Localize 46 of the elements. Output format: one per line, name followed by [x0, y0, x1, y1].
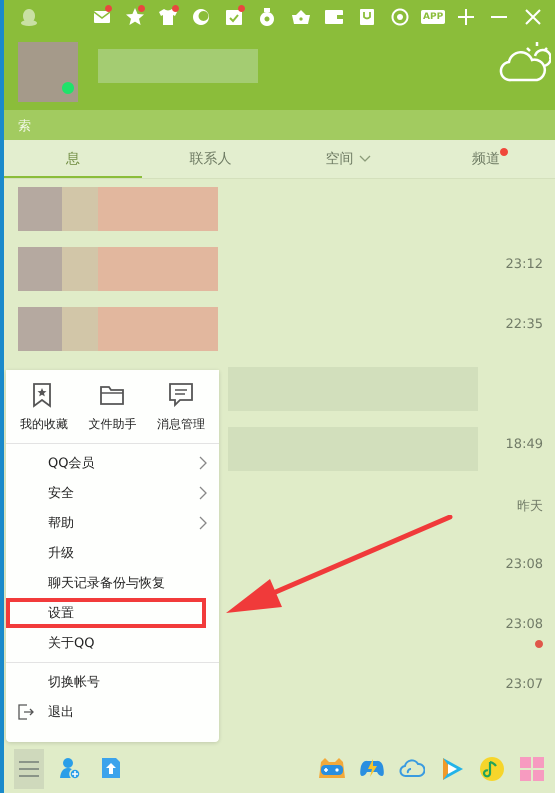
chat-time: 18:49	[506, 437, 543, 452]
chat-time: 23:08	[506, 557, 543, 572]
menu-item[interactable]: 退出	[6, 697, 219, 727]
chevron-right-icon[interactable]	[199, 516, 207, 530]
add-icon[interactable]	[456, 7, 476, 27]
chat-time: 昨天	[517, 498, 543, 515]
message-icon[interactable]	[168, 382, 194, 408]
chat-time: 22:35	[506, 317, 543, 332]
calendar-check-icon[interactable]	[224, 7, 244, 27]
menu-item[interactable]: 设置	[6, 598, 219, 628]
app-grid-icon[interactable]	[519, 756, 545, 782]
menu-shortcut[interactable]: 文件助手	[88, 382, 136, 433]
penguin-icon[interactable]	[18, 7, 39, 27]
chevron-right-icon[interactable]	[199, 456, 207, 470]
shirt-icon[interactable]	[158, 7, 178, 27]
search-field[interactable]: 索	[4, 110, 555, 140]
exit-icon[interactable]	[18, 704, 34, 720]
menu-shortcut[interactable]: 消息管理	[156, 382, 205, 433]
star-icon[interactable]	[124, 7, 145, 27]
tab[interactable]: 空间	[280, 140, 418, 178]
chat-time: 23:07	[506, 677, 543, 692]
menu-item[interactable]: 切换帐号	[6, 667, 219, 697]
menu-item[interactable]: 关于QQ	[6, 628, 219, 658]
menu-item[interactable]: QQ会员	[6, 448, 219, 478]
menu-shortcut[interactable]: 我的收藏	[20, 382, 68, 433]
basket-icon[interactable]	[290, 7, 311, 27]
tab[interactable]: 频道	[417, 140, 555, 178]
menu-item[interactable]: 帮助	[6, 508, 219, 538]
tab[interactable]: 联系人	[142, 140, 280, 178]
avatar-placeholder	[18, 42, 78, 102]
search-input[interactable]: 索	[14, 113, 222, 137]
menu-item[interactable]: 安全	[6, 478, 219, 508]
chevron-down-icon[interactable]	[359, 155, 372, 163]
wallet-icon[interactable]	[324, 7, 344, 27]
menu-item[interactable]: 升级	[6, 538, 219, 568]
close-icon[interactable]	[522, 7, 543, 27]
weather-cloud-sun-icon[interactable]	[499, 40, 551, 84]
ring-icon[interactable]	[390, 7, 410, 27]
chat-time: 23:12	[506, 257, 543, 272]
chevron-right-icon[interactable]	[199, 486, 207, 500]
main-menu-button[interactable]	[14, 749, 44, 789]
menu-item[interactable]: 聊天记录备份与恢复	[6, 568, 219, 598]
menu-icon[interactable]	[18, 760, 40, 778]
crescent-icon[interactable]	[191, 7, 212, 27]
music-note-icon[interactable]	[479, 756, 505, 782]
chat-time: 23:08	[506, 617, 543, 632]
